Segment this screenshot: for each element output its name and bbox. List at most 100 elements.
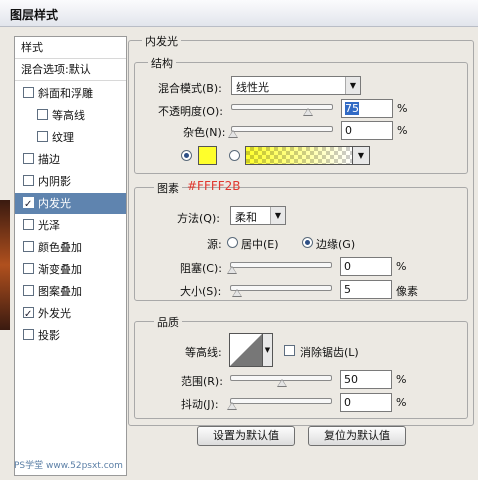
choke-label: 阻塞(C): — [180, 262, 222, 275]
checkbox-checked[interactable] — [23, 304, 34, 325]
chevron-down-icon: ▼ — [270, 207, 285, 224]
jitter-slider-thumb[interactable] — [227, 402, 237, 410]
checkbox[interactable] — [23, 219, 34, 230]
blend-mode-label: 混合模式(B): — [158, 82, 222, 95]
window-title: 图层样式 — [10, 8, 59, 22]
range-slider-thumb[interactable] — [277, 379, 287, 387]
size-slider-track[interactable] — [230, 285, 332, 291]
sidebar-item-label: 描边 — [38, 153, 60, 166]
gradient-dropdown-button[interactable]: ▼ — [352, 146, 370, 165]
range-input[interactable]: 50 — [340, 370, 392, 389]
sidebar-header-styles[interactable]: 样式 — [15, 37, 126, 59]
source-label: 源: — [207, 238, 222, 251]
sidebar-item-drop-shadow[interactable]: 投影 — [15, 325, 126, 346]
sidebar-item-gradient-overlay[interactable]: 渐变叠加 — [15, 259, 126, 280]
panel-title: 内发光 — [142, 33, 181, 49]
anti-alias-label: 消除锯齿(L) — [300, 346, 359, 359]
method-label: 方法(Q): — [177, 212, 220, 225]
opacity-slider-thumb[interactable] — [303, 108, 313, 116]
choke-slider-track[interactable] — [230, 262, 332, 268]
checkbox[interactable] — [23, 175, 34, 186]
sidebar-item-label: 渐变叠加 — [38, 263, 82, 276]
source-center-label: 居中(E) — [241, 238, 279, 251]
checkbox-checked[interactable] — [23, 194, 34, 215]
opacity-slider-track[interactable] — [231, 104, 333, 110]
size-slider-thumb[interactable] — [232, 289, 242, 297]
style-sidebar: 样式 混合选项:默认 斜面和浮雕 等高线 纹理 描边 内阴影 内发光 光泽 颜色… — [14, 36, 127, 476]
contour-dropdown-button[interactable]: ▼ — [262, 333, 273, 367]
chevron-down-icon: ▼ — [264, 346, 271, 354]
sidebar-item-label: 等高线 — [52, 109, 85, 122]
method-select[interactable]: 柔和 ▼ — [230, 206, 286, 225]
jitter-slider-track[interactable] — [230, 398, 332, 404]
range-label: 范围(R): — [181, 375, 223, 388]
sidebar-item-blend-options[interactable]: 混合选项:默认 — [15, 59, 126, 81]
gradient-radio[interactable] — [229, 150, 240, 161]
size-input[interactable]: 5 — [340, 280, 392, 299]
sidebar-item-color-overlay[interactable]: 颜色叠加 — [15, 237, 126, 258]
set-default-button[interactable]: 设置为默认值 — [197, 426, 295, 446]
sidebar-item-inner-shadow[interactable]: 内阴影 — [15, 171, 126, 192]
method-value: 柔和 — [235, 211, 257, 224]
jitter-unit: % — [396, 396, 407, 409]
elements-title: 图素 — [154, 180, 182, 196]
source-edge-label: 边缘(G) — [316, 238, 356, 251]
checkbox[interactable] — [37, 109, 48, 120]
sidebar-item-label: 内阴影 — [38, 175, 71, 188]
blend-mode-select[interactable]: 线性光 ▼ — [231, 76, 361, 95]
sidebar-item-label: 混合选项:默认 — [21, 63, 91, 76]
sidebar-item-contour[interactable]: 等高线 — [15, 105, 126, 126]
sidebar-item-pattern-overlay[interactable]: 图案叠加 — [15, 281, 126, 302]
sidebar-header-label: 样式 — [21, 41, 43, 54]
checkbox[interactable] — [23, 241, 34, 252]
noise-label: 杂色(N): — [183, 126, 226, 139]
size-label: 大小(S): — [180, 285, 222, 298]
chevron-down-icon: ▼ — [345, 77, 360, 94]
opacity-label: 不透明度(O): — [158, 105, 223, 118]
sidebar-item-label: 斜面和浮雕 — [38, 87, 93, 100]
sidebar-item-texture[interactable]: 纹理 — [15, 127, 126, 148]
jitter-input[interactable]: 0 — [340, 393, 392, 412]
checkbox[interactable] — [23, 87, 34, 98]
jitter-label: 抖动(J): — [181, 398, 219, 411]
checkbox[interactable] — [23, 263, 34, 274]
size-unit: 像素 — [396, 285, 418, 298]
solid-color-radio[interactable] — [181, 150, 192, 161]
sidebar-item-label: 颜色叠加 — [38, 241, 82, 254]
glow-color-swatch[interactable] — [198, 146, 217, 165]
sidebar-item-inner-glow[interactable]: 内发光 — [15, 193, 126, 215]
source-edge-radio[interactable] — [302, 237, 313, 248]
checkbox[interactable] — [37, 131, 48, 142]
sidebar-item-satin[interactable]: 光泽 — [15, 215, 126, 236]
sidebar-item-bevel-emboss[interactable]: 斜面和浮雕 — [15, 83, 126, 104]
sidebar-item-label: 外发光 — [38, 307, 71, 320]
sidebar-item-outer-glow[interactable]: 外发光 — [15, 303, 126, 325]
reset-default-button[interactable]: 复位为默认值 — [308, 426, 406, 446]
noise-slider-thumb[interactable] — [228, 130, 238, 138]
anti-alias-checkbox[interactable] — [284, 345, 295, 356]
choke-slider-thumb[interactable] — [227, 266, 237, 274]
checkbox[interactable] — [23, 153, 34, 164]
range-unit: % — [396, 373, 407, 386]
chevron-down-icon: ▼ — [357, 151, 365, 160]
contour-curve-icon — [230, 334, 262, 366]
background-canvas-strip — [0, 200, 10, 330]
noise-input[interactable]: 0 — [341, 121, 393, 140]
source-center-radio[interactable] — [227, 237, 238, 248]
checkbox[interactable] — [23, 285, 34, 296]
sidebar-item-label: 图案叠加 — [38, 285, 82, 298]
opacity-unit: % — [397, 102, 408, 115]
blend-mode-value: 线性光 — [236, 81, 269, 94]
choke-unit: % — [396, 260, 407, 273]
opacity-input[interactable]: 75 — [341, 99, 393, 118]
sidebar-item-label: 内发光 — [38, 197, 71, 210]
checkbox[interactable] — [23, 329, 34, 340]
sidebar-item-stroke[interactable]: 描边 — [15, 149, 126, 170]
noise-slider-track[interactable] — [231, 126, 333, 132]
sidebar-item-label: 光泽 — [38, 219, 60, 232]
gradient-picker[interactable] — [245, 146, 353, 165]
choke-input[interactable]: 0 — [340, 257, 392, 276]
structure-title: 结构 — [148, 55, 176, 71]
contour-picker[interactable] — [229, 333, 263, 367]
sidebar-item-label: 纹理 — [52, 131, 74, 144]
